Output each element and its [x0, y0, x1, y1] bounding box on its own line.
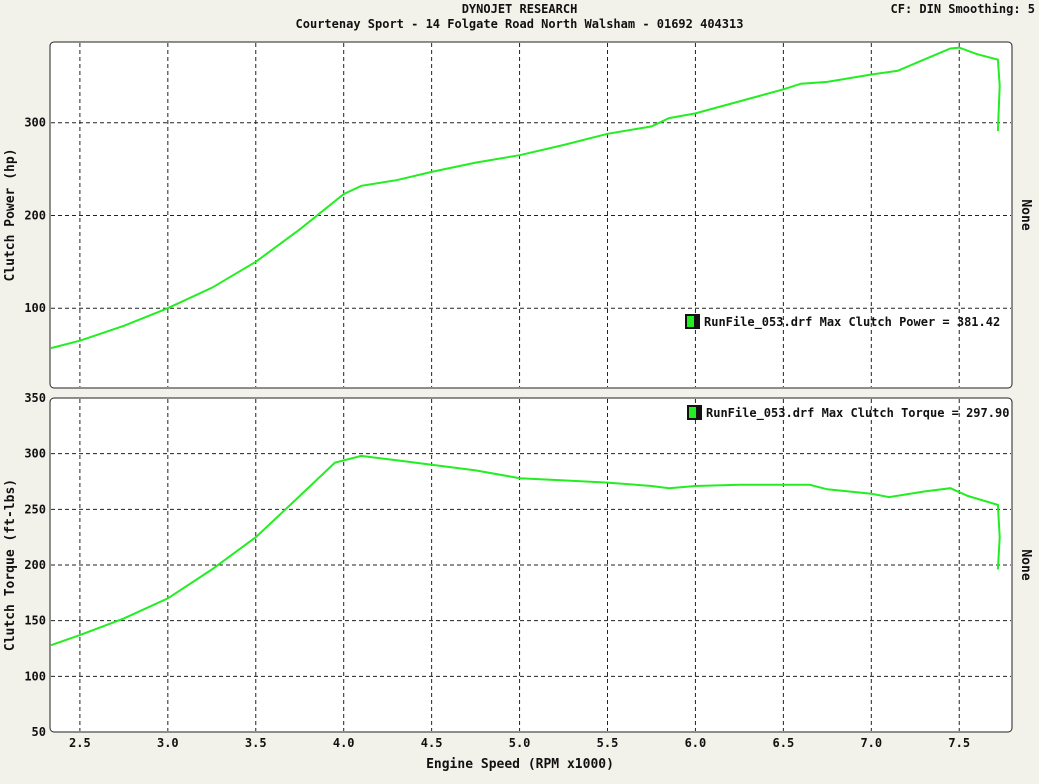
torque-legend-text: RunFile_053.drf Max Clutch Torque = 297.…: [706, 406, 1009, 421]
y-tick-label: 100: [24, 669, 46, 683]
y-tick-label: 250: [24, 502, 46, 516]
power-legend-swatch: [687, 316, 694, 327]
power-right-label: None: [1018, 199, 1033, 230]
torque-panel: 50 100 150 200 250 300 350 2.5 3.0 3.5 4.0 4.5 5.0 5…: [3, 391, 1033, 772]
y-tick-label: 300: [24, 447, 46, 461]
torque-legend: RunFile_053.drf Max Clutch Torque = 297.…: [687, 405, 1009, 421]
x-tick-label: 2.5: [69, 736, 91, 750]
power-legend: RunFile_053.drf Max Clutch Power = 381.4…: [685, 314, 1000, 330]
power-y-axis-label: Clutch Power (hp): [3, 148, 18, 281]
power-y-ticks: 100 200 300: [24, 116, 46, 316]
x-ticks: 2.5 3.0 3.5 4.0 4.5 5.0 5.5 6.0 6.5 7.0 7.5: [69, 736, 970, 750]
y-tick-label: 150: [24, 614, 46, 628]
x-tick-label: 7.0: [860, 736, 882, 750]
x-tick-label: 3.0: [157, 736, 179, 750]
torque-right-label: None: [1018, 549, 1033, 580]
power-panel: 100 200 300 Clutch Power (hp) None RunFile…: [3, 41, 1033, 389]
x-tick-label: 5.0: [509, 736, 531, 750]
power-legend-text: RunFile_053.drf Max Clutch Power = 381.4…: [704, 315, 1000, 330]
x-tick-label: 4.5: [421, 736, 443, 750]
torque-y-ticks: 50 100 150 200 250 300 350: [24, 391, 46, 739]
x-tick-label: 5.5: [597, 736, 619, 750]
torque-legend-swatch: [689, 407, 696, 418]
dyno-chart: 100 200 300 Clutch Power (hp) None RunFile…: [3, 41, 1033, 772]
x-tick-label: 3.5: [245, 736, 267, 750]
torque-y-axis-label: Clutch Torque (ft-lbs): [3, 479, 18, 651]
x-tick-label: 4.0: [333, 736, 355, 750]
y-tick-label: 300: [24, 116, 46, 130]
x-tick-label: 6.0: [685, 736, 707, 750]
x-tick-label: 6.5: [773, 736, 795, 750]
y-tick-label: 350: [24, 391, 46, 405]
x-tick-label: 7.5: [948, 736, 970, 750]
y-tick-label: 200: [24, 558, 46, 572]
y-tick-label: 50: [32, 725, 46, 739]
y-tick-label: 100: [24, 301, 46, 315]
x-axis-label: Engine Speed (RPM x1000): [426, 757, 614, 772]
y-tick-label: 200: [24, 208, 46, 222]
